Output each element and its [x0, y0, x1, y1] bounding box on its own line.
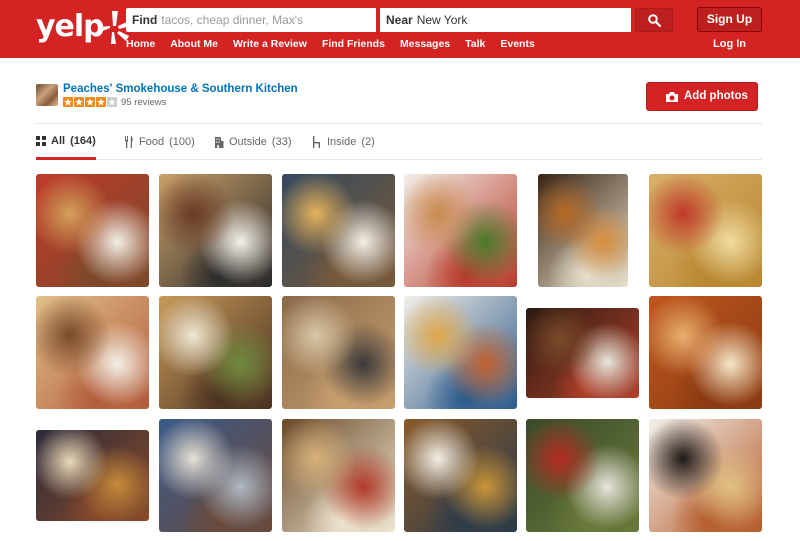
near-value: New York	[416, 13, 468, 27]
signup-button[interactable]: Sign Up	[697, 7, 762, 32]
nav-find-friends[interactable]: Find Friends	[322, 38, 385, 52]
photo-pulled-pork-sandwich[interactable]	[526, 308, 639, 398]
business-thumbnail[interactable]	[36, 84, 58, 106]
star-rating	[63, 97, 118, 107]
photo-black-beans[interactable]	[649, 419, 762, 532]
search-near-input[interactable]: Near New York	[380, 8, 631, 32]
photo-brisket-sandwich[interactable]	[159, 174, 272, 287]
photo-loaded-fries[interactable]	[36, 430, 149, 521]
yelp-logo[interactable]: yelp	[36, 7, 131, 47]
photo-roast-chicken[interactable]	[404, 419, 517, 532]
tab-count: (100)	[169, 136, 195, 148]
photo-kale-salad[interactable]	[526, 419, 639, 532]
photo-wrap[interactable]	[36, 296, 149, 409]
photo-sliders-collage[interactable]	[282, 296, 395, 409]
tab-count: (164)	[70, 134, 96, 147]
search-find-input[interactable]: Find tacos, cheap dinner, Max's	[126, 8, 376, 32]
tab-label: Outside	[229, 136, 267, 148]
nav-talk[interactable]: Talk	[465, 38, 485, 52]
find-placeholder: tacos, cheap dinner, Max's	[161, 13, 304, 27]
tab-label: Inside	[327, 136, 357, 148]
photo-restaurant-collage[interactable]	[159, 419, 272, 532]
fork-knife-icon	[124, 136, 134, 148]
star-icon	[96, 97, 106, 107]
photo-chicken-salad[interactable]	[404, 174, 517, 287]
star-icon	[85, 97, 95, 107]
photo-burger-sauce[interactable]	[159, 296, 272, 409]
search-icon	[648, 14, 661, 27]
tab-inside[interactable]: Inside (2)	[312, 124, 375, 160]
photo-chicken-sandwich[interactable]	[282, 174, 395, 287]
star-icon	[107, 97, 117, 107]
review-count: 95 reviews	[121, 97, 167, 108]
photo-fried-bites[interactable]	[538, 174, 628, 287]
camera-icon	[666, 92, 678, 102]
photo-grilled-cheese[interactable]	[404, 296, 517, 409]
near-label: Near	[386, 13, 413, 27]
add-photos-button[interactable]: Add photos	[646, 82, 758, 111]
nav-write-review[interactable]: Write a Review	[233, 38, 307, 52]
search-button[interactable]	[635, 8, 673, 32]
tab-count: (2)	[361, 136, 375, 148]
building-icon	[214, 136, 224, 148]
photo-category-tabs: All (164) Food (100) Outside (33) Inside (2)	[36, 124, 762, 160]
tab-label: Food	[139, 136, 165, 148]
tab-label: All	[51, 134, 66, 147]
tab-food[interactable]: Food (100)	[124, 124, 195, 160]
add-photos-label: Add photos	[684, 90, 748, 102]
business-name[interactable]: Peaches' Smokehouse & Southern Kitchen	[63, 83, 298, 95]
tab-all[interactable]: All (164)	[36, 124, 96, 160]
tab-outside[interactable]: Outside (33)	[214, 124, 291, 160]
star-icon	[74, 97, 84, 107]
star-icon	[63, 97, 73, 107]
photo-waffle-fries[interactable]	[649, 174, 762, 287]
nav-home[interactable]: Home	[126, 38, 155, 52]
tab-count: (33)	[271, 136, 292, 148]
yelp-wordmark: yelp	[36, 9, 105, 44]
site-header: yelp Find tacos, cheap dinner, Max's Near…	[0, 0, 800, 58]
photo-baked-beans[interactable]	[649, 296, 762, 409]
grid-icon	[36, 135, 46, 146]
nav-events[interactable]: Events	[500, 38, 534, 52]
nav-messages[interactable]: Messages	[400, 38, 450, 52]
login-link[interactable]: Log In	[713, 38, 746, 50]
find-label: Find	[132, 13, 158, 27]
nav-about-me[interactable]: About Me	[170, 38, 218, 52]
photo-charcuterie[interactable]	[282, 419, 395, 532]
chair-icon	[312, 136, 322, 148]
photo-bbq-platter[interactable]	[36, 174, 149, 287]
header-nav: Home About Me Write a Review Find Friend…	[126, 38, 550, 52]
